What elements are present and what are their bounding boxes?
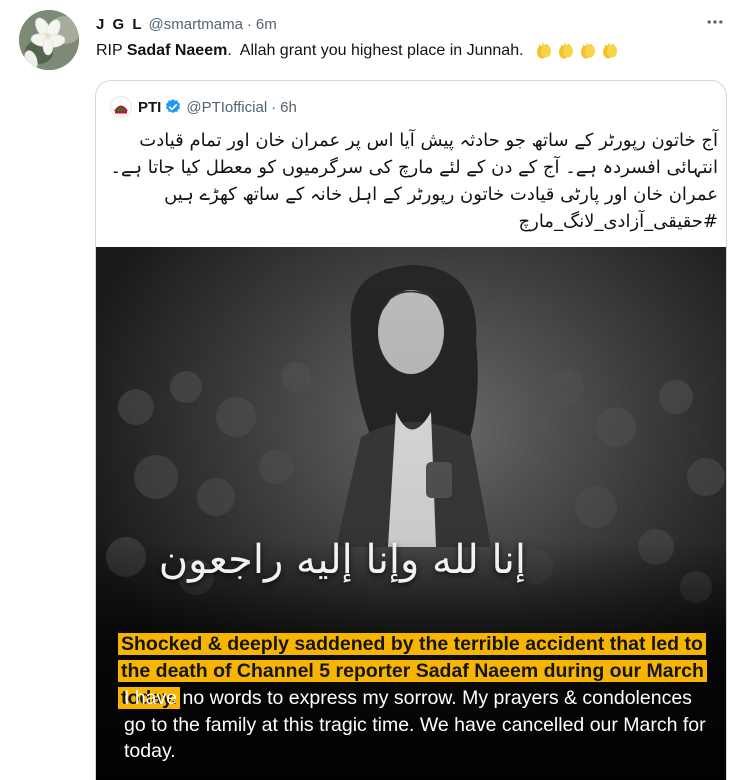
quoted-tweet-header: PTI @PTIofficial · 6h [110,96,297,118]
verified-badge-icon [166,99,181,114]
user-handle[interactable]: @smartmama [149,16,243,33]
tweet-text-bold-name[interactable]: Sadaf Naeem [127,40,228,62]
pti-logo-icon[interactable] [110,96,132,118]
quoted-tweet-card[interactable]: PTI @PTIofficial · 6h آج خاتون رپورٹر کے… [95,80,727,780]
clapping-hands-icon [578,41,598,61]
more-dots-icon [707,20,723,24]
clapping-hands-icon [556,41,576,61]
separator-dot: · [246,15,252,33]
tweet-text-prefix: RIP [96,42,127,59]
clapping-hands-icon [534,41,554,61]
tweet[interactable]: J G L @smartmama · 6m RIP Sadaf Naeem . … [0,0,747,780]
quoted-display-name[interactable]: PTI [138,99,161,116]
quoted-tweet-text: آج خاتون رپورٹر کے ساتھ جو حادثہ پیش آیا… [110,130,718,232]
quoted-timestamp[interactable]: 6h [280,99,297,116]
tweet-text-suffix: . Allah grant you highest place in Junna… [227,42,524,59]
image-statement: I have no words to express my sorrow. My… [124,687,706,762]
timestamp[interactable]: 6m [256,16,277,33]
more-button[interactable] [700,10,730,34]
tweet-text: RIP Sadaf Naeem . Allah grant you highes… [96,40,620,62]
flower-avatar-image [19,10,79,70]
separator-dot: · [271,98,277,116]
clapping-hands-emojis [534,41,620,61]
quoted-tweet-image[interactable]: إنا لله وإنا إليه راجعون Shocked & deepl… [96,247,726,780]
avatar[interactable] [19,10,79,70]
calligraphy-text: إنا لله وإنا إليه راجعون [158,537,526,583]
display-name[interactable]: J G L [96,16,144,33]
quoted-user-handle[interactable]: @PTIofficial [186,99,267,116]
clapping-hands-icon [600,41,620,61]
tweet-header: J G L @smartmama · 6m [96,14,277,34]
